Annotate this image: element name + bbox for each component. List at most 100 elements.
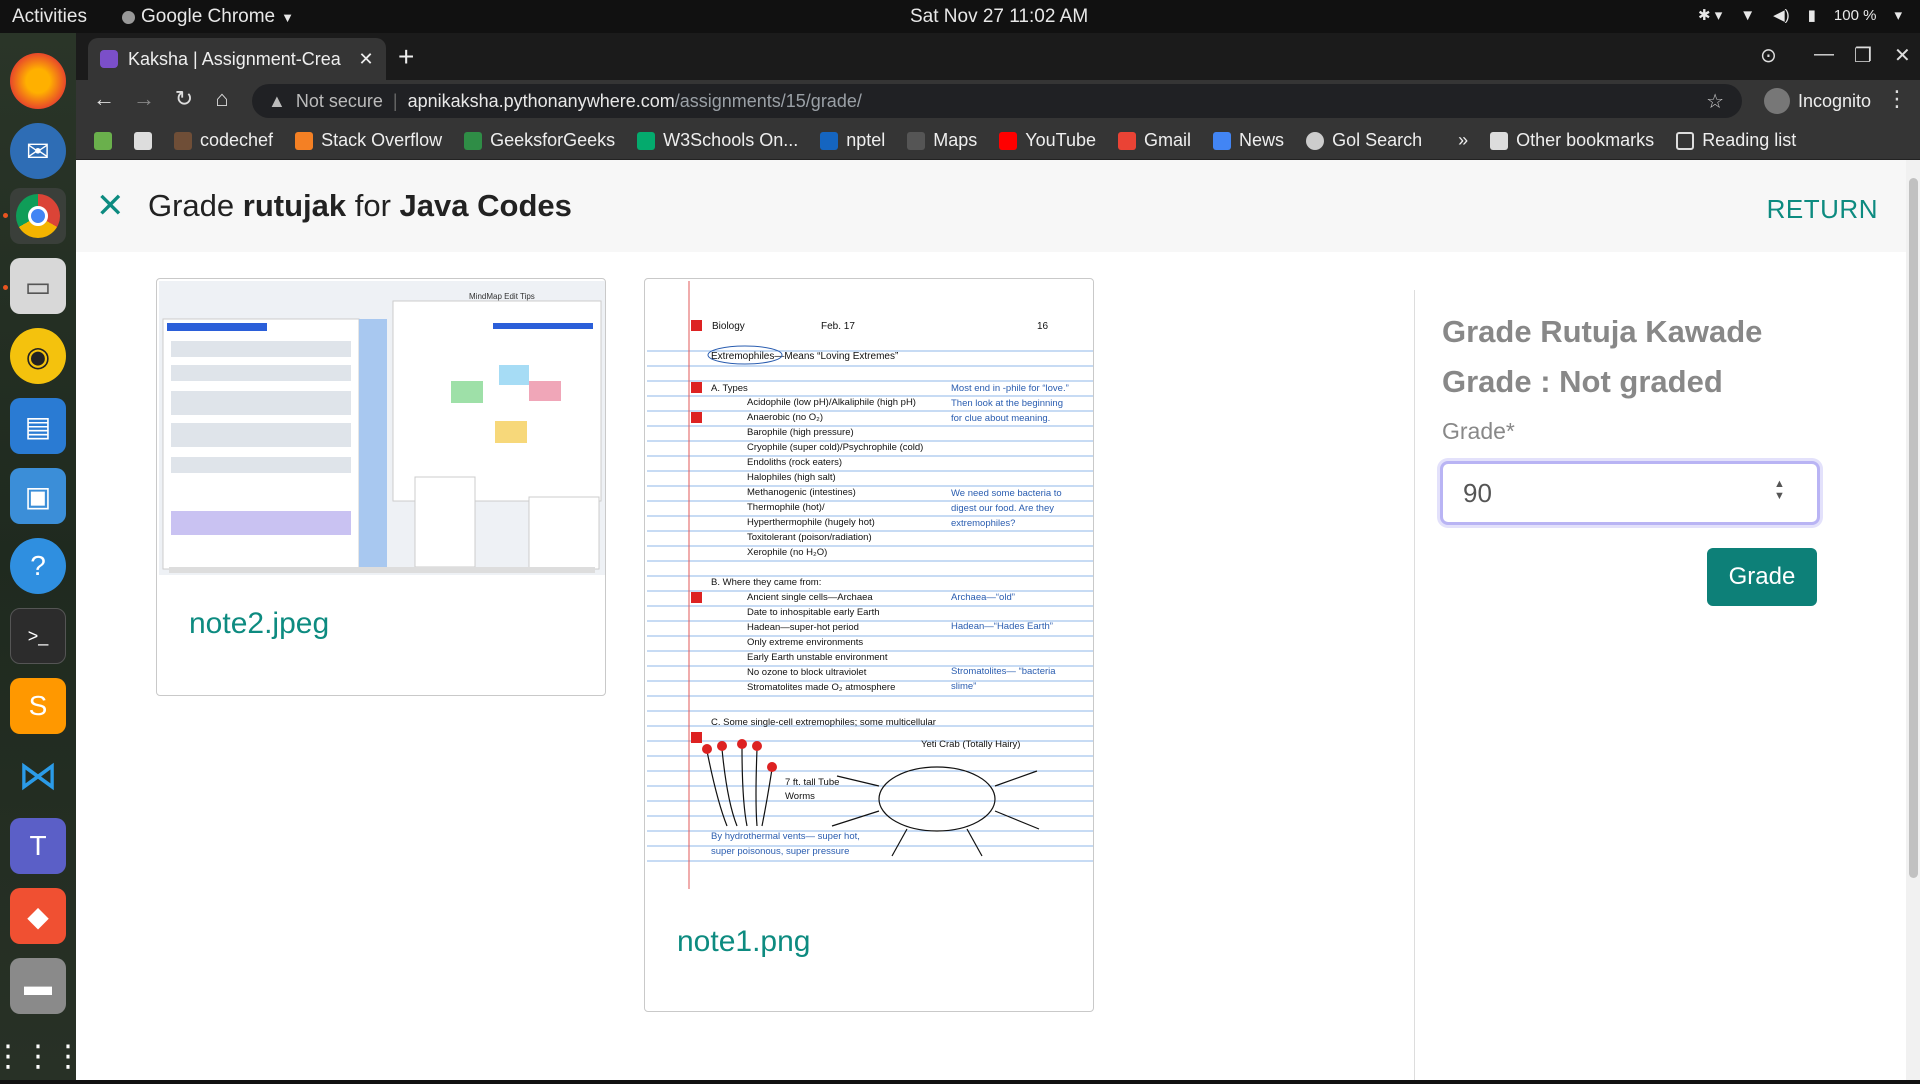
incognito-badge[interactable]: Incognito [1764,85,1871,117]
type-item: Barophile (high pressure) [747,427,854,438]
file-card-note2[interactable]: MindMap Edit Tips note2.jpeg [156,278,606,696]
decrement-icon[interactable]: ▼ [1774,490,1785,502]
scrollbar-thumb[interactable] [1909,178,1918,878]
origin-item: Hadean—super-hot period [747,622,859,633]
apps-bookmark[interactable] [94,131,112,150]
sublime-icon[interactable]: S [10,678,66,734]
new-tab-button[interactable]: + [398,41,414,73]
bookmark-w3schools[interactable]: W3Schools On... [637,130,798,151]
reading-list[interactable]: Reading list [1676,130,1796,151]
help-icon[interactable]: ? [10,538,66,594]
other-bookmarks[interactable]: Other bookmarks [1490,130,1654,151]
firefox-icon[interactable] [10,53,66,109]
file-card-note1[interactable]: Biology Feb. 17 16 Extremophiles—Means “… [644,278,1094,1012]
codechef-icon [174,131,192,150]
more-menu-icon[interactable]: ⋮ [1886,86,1908,112]
assignment-name: Java Codes [399,188,572,223]
activities-button[interactable]: Activities [12,6,87,28]
bookmark-geeksforgeeks[interactable]: GeeksforGeeks [464,130,615,151]
maps-icon [907,131,926,150]
number-spinner[interactable]: ▲ ▼ [1774,478,1785,502]
accessibility-icon[interactable]: ✱ ▾ [1698,6,1722,24]
bookmark-codechef[interactable]: codechef [174,130,273,151]
note-subject: Biology [712,321,745,332]
rhythmbox-icon[interactable]: ◉ [10,328,66,384]
stackoverflow-icon [295,131,314,150]
file-name-link[interactable]: note2.jpeg [189,607,329,641]
origin-item: Only extreme environments [747,637,863,648]
type-item: Cryophile (super cold)/Psychrophile (col… [747,442,923,453]
system-tray[interactable]: ✱ ▾ ▼ ◀) ▮ 100 % ▾ [1698,6,1902,25]
type-item: Methanogenic (intestines) [747,487,856,498]
margin-note: Stromatolites— “bacteria slime” [951,666,1056,692]
browser-toolbar: ← → ↻ ⌂ ▲ Not secure | apnikaksha.python… [76,80,1920,122]
git-icon[interactable]: ◆ [10,888,66,944]
page-header: ✕ Grade rutujak for Java Codes RETURN [76,160,1906,252]
minimize-icon[interactable]: — [1814,43,1834,66]
bookmark-news[interactable]: News [1213,130,1284,151]
files-icon[interactable]: ▭ [10,258,66,314]
return-link[interactable]: RETURN [1767,194,1878,225]
type-item: Toxitolerant (poison/radiation) [747,532,872,543]
address-bar[interactable]: ▲ Not secure | apnikaksha.pythonanywhere… [252,84,1742,118]
star-icon[interactable]: ☆ [1706,89,1724,114]
bookmark-item[interactable] [134,131,152,150]
bookmark-label: Stack Overflow [321,130,443,150]
grade-field-label: Grade* [1442,418,1515,444]
grade-button[interactable]: Grade [1707,548,1817,606]
bookmark-gol-search[interactable]: Gol Search [1306,130,1422,151]
reload-icon[interactable]: ↻ [168,86,200,112]
tab-kaksha[interactable]: Kaksha | Assignment-Crea ✕ [88,38,386,80]
clock[interactable]: Sat Nov 27 11:02 AM [910,6,1088,28]
page-title: Grade rutujak for Java Codes [148,188,572,224]
chrome-icon[interactable] [10,188,66,244]
type-item: Endoliths (rock eaters) [747,457,842,468]
grade-input[interactable] [1440,461,1820,525]
margin-note: Hadean—“Hades Earth” [951,621,1053,632]
url-text[interactable]: apnikaksha.pythonanywhere.com/assignment… [408,91,862,112]
section-b-heading: B. Where they came from: [711,577,821,588]
close-window-icon[interactable]: ✕ [1894,43,1911,68]
warning-icon[interactable]: ▲ [268,91,286,112]
url-host: apnikaksha.pythonanywhere.com [407,90,675,111]
close-icon[interactable]: ✕ [96,186,125,226]
bookmark-youtube[interactable]: YouTube [999,130,1096,151]
url-path: /assignments/15/grade/ [674,90,862,111]
vscode-icon[interactable]: ⋈ [10,748,66,804]
note1-thumbnail[interactable]: Biology Feb. 17 16 Extremophiles—Means “… [647,281,1093,889]
tab-search-icon[interactable]: ⊙ [1760,43,1777,68]
bookmark-stackoverflow[interactable]: Stack Overflow [295,130,442,151]
back-icon[interactable]: ← [88,86,120,112]
restore-icon[interactable]: ❐ [1854,43,1872,68]
type-item: Thermophile (hot)/ [747,502,825,513]
software-icon[interactable]: ▣ [10,468,66,524]
teams-icon[interactable]: T [10,818,66,874]
folder-icon [1490,131,1509,150]
bookmark-nptel[interactable]: nptel [820,130,885,151]
apps-grid-icon[interactable]: ⋮⋮⋮ [0,1028,83,1084]
security-status[interactable]: Not secure [296,91,383,112]
terminal-icon[interactable]: >_ [10,608,66,664]
home-icon[interactable]: ⌂ [206,86,238,112]
note2-thumbnail[interactable]: MindMap Edit Tips [159,281,605,575]
bookmark-label: W3Schools On... [663,130,799,150]
reading-list-icon [1676,131,1695,150]
bookmark-label: Other bookmarks [1516,130,1655,150]
chrome-small-icon [122,10,135,24]
margin-note: We need some bacteria to digest our food… [951,488,1062,529]
bookmark-label: Gmail [1144,130,1192,150]
close-icon[interactable]: ✕ [354,49,378,70]
app-menu[interactable]: Google Chrome ▼ [122,6,294,28]
more-bookmarks-button[interactable]: » [1458,130,1468,151]
bookmark-maps[interactable]: Maps [907,130,977,151]
increment-icon[interactable]: ▲ [1774,478,1785,490]
section-a-heading: A. Types [711,383,748,394]
forward-icon[interactable]: → [128,86,160,112]
mail-icon[interactable]: ✉ [10,123,66,179]
file-name-link[interactable]: note1.png [677,925,810,959]
chevron-down-icon: ▼ [281,9,294,25]
apps-icon [94,131,112,150]
writer-icon[interactable]: ▤ [10,398,66,454]
bookmark-gmail[interactable]: Gmail [1118,130,1191,151]
drive-icon[interactable]: ▬ [10,958,66,1014]
